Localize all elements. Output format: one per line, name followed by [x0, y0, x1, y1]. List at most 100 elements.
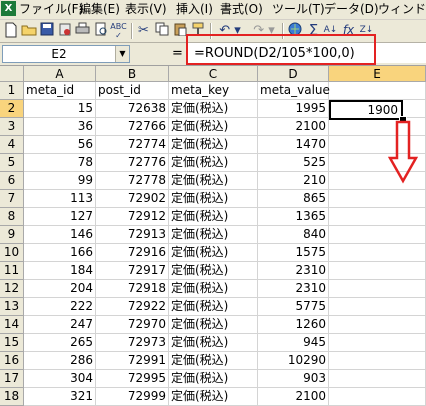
row-header-5[interactable]: 5 — [0, 154, 24, 172]
row-header-8[interactable]: 8 — [0, 208, 24, 226]
menu-format[interactable]: 書式(O) — [220, 2, 263, 17]
table-cell[interactable]: 定価(税込) — [169, 136, 258, 154]
menu-tools[interactable]: ツール(T) — [272, 2, 325, 17]
table-cell[interactable] — [329, 352, 426, 370]
save-icon[interactable] — [38, 22, 55, 39]
table-cell[interactable]: 定価(税込) — [169, 154, 258, 172]
row-header-15[interactable]: 15 — [0, 334, 24, 352]
row-header-4[interactable]: 4 — [0, 136, 24, 154]
table-cell[interactable] — [329, 244, 426, 262]
table-cell[interactable]: 1260 — [258, 316, 329, 334]
table-cell[interactable]: 204 — [24, 280, 96, 298]
column-header-e[interactable]: E — [329, 66, 426, 82]
table-cell[interactable]: 2100 — [258, 118, 329, 136]
table-cell[interactable]: 321 — [24, 388, 96, 406]
chevron-down-icon[interactable]: ▼ — [115, 46, 129, 62]
open-folder-icon[interactable] — [20, 22, 37, 39]
table-cell[interactable] — [329, 262, 426, 280]
row-header-10[interactable]: 10 — [0, 244, 24, 262]
table-cell[interactable]: 1995 — [258, 100, 329, 118]
row-header-6[interactable]: 6 — [0, 172, 24, 190]
table-cell[interactable]: 定価(税込) — [169, 244, 258, 262]
row-header-3[interactable]: 3 — [0, 118, 24, 136]
table-cell[interactable]: 78 — [24, 154, 96, 172]
table-cell[interactable]: 210 — [258, 172, 329, 190]
table-cell[interactable]: 72918 — [96, 280, 169, 298]
table-cell[interactable] — [329, 388, 426, 406]
table-cell[interactable]: 15 — [24, 100, 96, 118]
menu-file[interactable]: ファイル(F) — [19, 2, 83, 17]
menu-window[interactable]: ウィンドウ(W) — [378, 2, 426, 17]
table-cell[interactable] — [329, 82, 426, 100]
table-cell[interactable]: 72999 — [96, 388, 169, 406]
table-cell[interactable]: 1365 — [258, 208, 329, 226]
table-cell[interactable] — [329, 370, 426, 388]
column-header-b[interactable]: B — [96, 66, 169, 82]
menu-insert[interactable]: 挿入(I) — [176, 2, 213, 17]
table-cell[interactable]: 72991 — [96, 352, 169, 370]
row-header-13[interactable]: 13 — [0, 298, 24, 316]
column-title-cell[interactable]: meta_value — [258, 82, 330, 100]
table-cell[interactable]: 定価(税込) — [169, 190, 258, 208]
table-cell[interactable]: 定価(税込) — [169, 226, 258, 244]
table-cell[interactable]: 72970 — [96, 316, 169, 334]
table-cell[interactable]: 903 — [258, 370, 329, 388]
table-cell[interactable]: 1575 — [258, 244, 329, 262]
table-cell[interactable]: 127 — [24, 208, 96, 226]
table-cell[interactable] — [329, 190, 426, 208]
table-cell[interactable]: 72778 — [96, 172, 169, 190]
table-cell[interactable]: 525 — [258, 154, 329, 172]
print-icon[interactable] — [74, 22, 91, 39]
column-header-c[interactable]: C — [169, 66, 258, 82]
select-all-corner[interactable] — [0, 66, 24, 82]
column-title-cell[interactable]: meta_id — [24, 82, 96, 100]
table-cell[interactable]: 定価(税込) — [169, 208, 258, 226]
table-cell[interactable]: 10290 — [258, 352, 329, 370]
row-header-17[interactable]: 17 — [0, 370, 24, 388]
table-cell[interactable]: 2310 — [258, 262, 329, 280]
row-header-12[interactable]: 12 — [0, 280, 24, 298]
table-cell[interactable]: 222 — [24, 298, 96, 316]
table-cell[interactable]: 72638 — [96, 100, 169, 118]
table-cell[interactable]: 99 — [24, 172, 96, 190]
permission-icon[interactable] — [56, 22, 73, 39]
table-cell[interactable]: 定価(税込) — [169, 118, 258, 136]
cut-icon[interactable]: ✂ — [135, 22, 152, 39]
table-cell[interactable]: 72902 — [96, 190, 169, 208]
table-cell[interactable] — [329, 298, 426, 316]
table-cell[interactable]: 定価(税込) — [169, 172, 258, 190]
table-cell[interactable]: 定価(税込) — [169, 316, 258, 334]
table-cell[interactable]: 72916 — [96, 244, 169, 262]
row-header-7[interactable]: 7 — [0, 190, 24, 208]
selected-cell-e2[interactable]: 1900 — [329, 100, 403, 120]
menu-edit[interactable]: 編集(E) — [79, 2, 120, 17]
table-cell[interactable] — [329, 316, 426, 334]
table-cell[interactable]: 72766 — [96, 118, 169, 136]
table-cell[interactable]: 72776 — [96, 154, 169, 172]
table-cell[interactable]: 定価(税込) — [169, 100, 258, 118]
table-cell[interactable]: 72774 — [96, 136, 169, 154]
table-cell[interactable]: 72973 — [96, 334, 169, 352]
table-cell[interactable]: 1470 — [258, 136, 329, 154]
table-cell[interactable]: 定価(税込) — [169, 280, 258, 298]
table-cell[interactable] — [329, 226, 426, 244]
table-cell[interactable]: 72912 — [96, 208, 169, 226]
column-title-cell[interactable]: post_id — [96, 82, 169, 100]
table-cell[interactable]: 定価(税込) — [169, 388, 258, 406]
table-cell[interactable]: 304 — [24, 370, 96, 388]
row-header-14[interactable]: 14 — [0, 316, 24, 334]
table-cell[interactable] — [329, 208, 426, 226]
copy-icon[interactable] — [153, 22, 170, 39]
table-cell[interactable]: 945 — [258, 334, 329, 352]
table-cell[interactable]: 36 — [24, 118, 96, 136]
table-cell[interactable]: 72995 — [96, 370, 169, 388]
row-header-11[interactable]: 11 — [0, 262, 24, 280]
row-header-18[interactable]: 18 — [0, 388, 24, 406]
table-cell[interactable]: 定価(税込) — [169, 370, 258, 388]
table-cell[interactable]: 定価(税込) — [169, 352, 258, 370]
table-cell[interactable]: 113 — [24, 190, 96, 208]
table-cell[interactable]: 定価(税込) — [169, 334, 258, 352]
table-cell[interactable]: 5775 — [258, 298, 329, 316]
name-box[interactable]: E2 ▼ — [2, 45, 130, 63]
table-cell[interactable]: 166 — [24, 244, 96, 262]
